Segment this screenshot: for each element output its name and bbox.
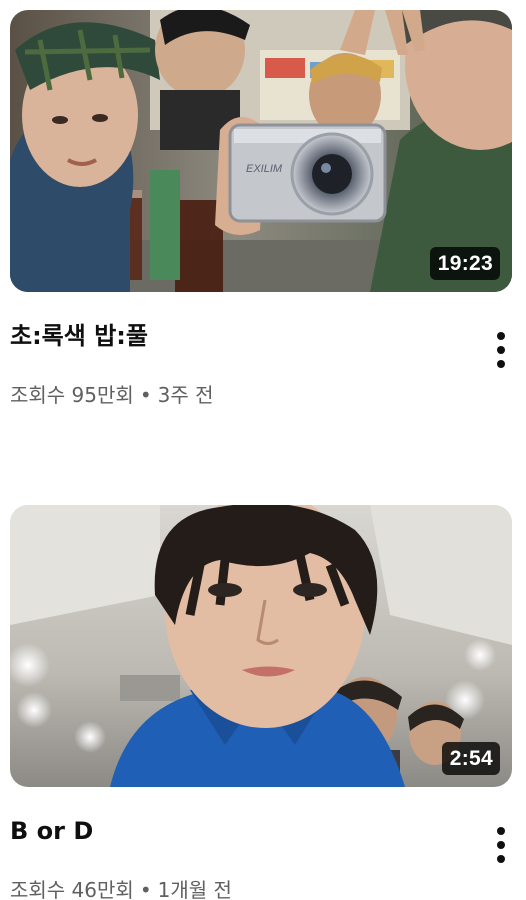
vertical-ellipsis-icon-dot xyxy=(497,855,505,863)
video-feed: EXILIM 19:23 초:록색 밥:풀 조회수 95만회 • 3주 전 2:… xyxy=(0,0,526,900)
video-title[interactable]: 초:록색 밥:풀 xyxy=(10,321,450,351)
video-duration: 2:54 xyxy=(441,742,500,775)
video-metadata: 조회수 95만회 • 3주 전 xyxy=(10,382,214,408)
vertical-ellipsis-icon xyxy=(497,332,505,340)
meta-separator: • xyxy=(139,878,152,900)
more-options-button[interactable] xyxy=(486,326,516,374)
more-options-button[interactable] xyxy=(486,821,516,869)
upload-age: 3주 전 xyxy=(157,383,214,407)
video-title[interactable]: B or D xyxy=(10,816,450,846)
vertical-ellipsis-icon xyxy=(497,827,505,835)
video-metadata: 조회수 46만회 • 1개월 전 xyxy=(10,877,232,900)
vertical-ellipsis-icon-dot xyxy=(497,360,505,368)
vertical-ellipsis-icon-dot xyxy=(497,841,505,849)
thumbnail-image xyxy=(10,505,512,787)
view-count: 조회수 95만회 xyxy=(10,383,134,407)
vertical-ellipsis-icon-dot xyxy=(497,346,505,354)
view-count: 조회수 46만회 xyxy=(10,878,134,900)
camera-brand: EXILIM xyxy=(246,163,283,175)
meta-separator: • xyxy=(139,383,152,407)
video-thumbnail[interactable]: EXILIM 19:23 xyxy=(10,10,512,292)
upload-age: 1개월 전 xyxy=(157,878,232,900)
video-duration: 19:23 xyxy=(429,247,500,280)
video-thumbnail[interactable]: 2:54 xyxy=(10,505,512,787)
